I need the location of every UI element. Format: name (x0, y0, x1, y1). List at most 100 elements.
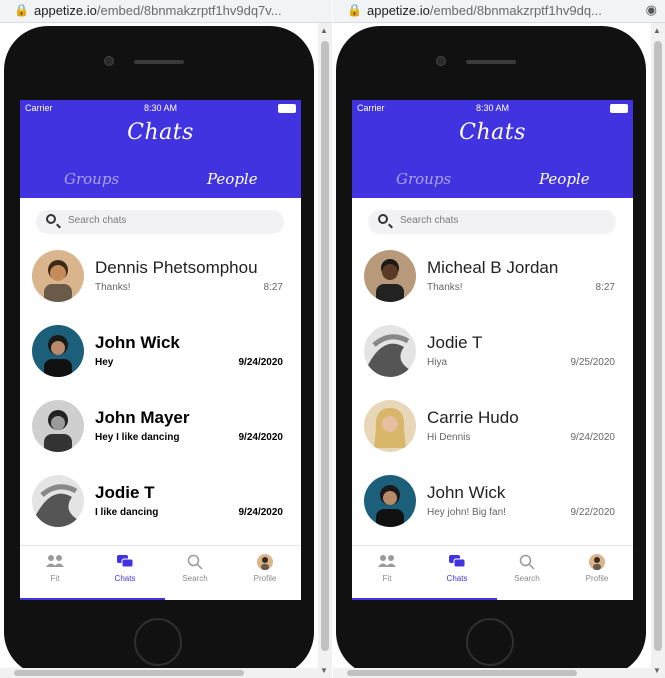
address-bar[interactable]: 🔒 appetize.io/embed/8bnmakzrptf1hv9dq7v.… (0, 0, 332, 23)
iphone-frame: Carrier 8:30 AM Chats Groups People Sear… (4, 26, 314, 676)
tab-search-label: Search (182, 574, 208, 583)
search-icon (378, 214, 388, 224)
bottom-tab-bar: Fit Chats Search Profile (20, 545, 301, 600)
scrollbar-thumb[interactable] (321, 41, 329, 651)
speaker-grille (134, 60, 184, 64)
chat-row-jodie[interactable]: Jodie T Hiya 9/25/2020 (352, 319, 633, 394)
tab-profile[interactable]: Profile (562, 554, 632, 583)
search-input[interactable]: Search chats (36, 210, 284, 234)
tab-fit[interactable]: Fit (352, 554, 422, 583)
avatar (32, 325, 84, 377)
avatar (364, 475, 416, 527)
tab-people[interactable]: People (207, 170, 258, 188)
tab-fit-label: Fit (382, 574, 392, 583)
avatar (364, 325, 416, 377)
chat-preview: Hey john! Big fan! (427, 507, 506, 518)
chats-header: Carrier 8:30 AM Chats Groups People (352, 100, 633, 198)
tab-profile-label: Profile (253, 574, 277, 583)
tab-chats-label: Chats (114, 574, 136, 583)
tab-search[interactable]: Search (492, 554, 562, 583)
people-icon (20, 554, 90, 570)
chat-preview: Hi Dennis (427, 432, 471, 443)
search-input[interactable]: Search chats (368, 210, 616, 234)
tab-groups[interactable]: Groups (64, 170, 119, 188)
url-text[interactable]: appetize.io/embed/8bnmakzrptf1hv9dq7v... (34, 3, 294, 18)
scrollbar-thumb[interactable] (654, 41, 662, 651)
browser-window-right: 🔒 appetize.io/embed/8bnmakzrptf1hv9dq...… (333, 0, 665, 678)
chat-name: Dennis Phetsomphou (95, 258, 258, 277)
home-button[interactable] (466, 618, 514, 666)
tab-search[interactable]: Search (160, 554, 230, 583)
scroll-up-icon[interactable]: ▲ (320, 26, 328, 35)
chat-row-micheal[interactable]: Micheal B Jordan Thanks! 8:27 (352, 244, 633, 319)
chat-preview: Hey I like dancing (95, 432, 180, 443)
vertical-scrollbar[interactable]: ▲ ▼ (651, 23, 665, 678)
url-text[interactable]: appetize.io/embed/8bnmakzrptf1hv9dq... (367, 3, 627, 18)
scrollbar-thumb[interactable] (14, 670, 244, 676)
tab-indicator (20, 598, 165, 600)
vertical-scrollbar[interactable]: ▲ ▼ (318, 23, 332, 678)
tab-profile[interactable]: Profile (230, 554, 300, 583)
search-placeholder: Search chats (68, 215, 127, 226)
chat-name: John Wick (95, 333, 180, 352)
tab-fit[interactable]: Fit (20, 554, 90, 583)
tab-chats-label: Chats (446, 574, 468, 583)
chats-header: Carrier 8:30 AM Chats Groups People (20, 100, 301, 198)
chat-row-john-wick[interactable]: John Wick Hey 9/24/2020 (20, 319, 301, 394)
chat-tabs: Groups People (20, 170, 301, 190)
avatar (230, 554, 300, 570)
chat-bubbles-icon (90, 554, 160, 570)
chat-date: 8:27 (263, 282, 283, 293)
search-icon (492, 554, 562, 570)
horizontal-scrollbar[interactable] (0, 668, 318, 678)
people-icon (352, 554, 422, 570)
tab-fit-label: Fit (50, 574, 60, 583)
tab-indicator (352, 598, 497, 600)
chat-name: Carrie Hudo (427, 408, 519, 427)
chat-preview: I like dancing (95, 507, 159, 518)
search-icon (160, 554, 230, 570)
address-bar[interactable]: 🔒 appetize.io/embed/8bnmakzrptf1hv9dq...… (333, 0, 665, 23)
browser-viewport: Carrier 8:30 AM Chats Groups People Sear… (0, 23, 332, 678)
status-time: 8:30 AM (143, 103, 178, 113)
chat-row-dennis[interactable]: Dennis Phetsomphou Thanks! 8:27 (20, 244, 301, 319)
tab-search-label: Search (514, 574, 540, 583)
chat-date: 8:27 (595, 282, 615, 293)
avatar (32, 475, 84, 527)
scroll-down-icon[interactable]: ▼ (653, 666, 661, 675)
chat-date: 9/24/2020 (570, 432, 616, 443)
tab-groups[interactable]: Groups (396, 170, 451, 188)
eye-off-icon[interactable]: ◉ (646, 2, 657, 18)
scroll-up-icon[interactable]: ▲ (653, 26, 661, 35)
status-bar: Carrier 8:30 AM (357, 103, 628, 115)
chat-row-carrie[interactable]: Carrie Hudo Hi Dennis 9/24/2020 (352, 394, 633, 469)
chat-row-john-wick[interactable]: John Wick Hey john! Big fan! 9/22/2020 (352, 469, 633, 544)
lock-icon: 🔒 (347, 3, 362, 17)
page-title: Chats (127, 120, 194, 145)
chat-tabs: Groups People (352, 170, 633, 190)
app-screen: Carrier 8:30 AM Chats Groups People Sear… (352, 100, 633, 600)
status-bar: Carrier 8:30 AM (25, 103, 296, 115)
speaker-grille (466, 60, 516, 64)
tab-people[interactable]: People (539, 170, 590, 188)
tab-chats[interactable]: Chats (422, 554, 492, 583)
chat-preview: Thanks! (427, 282, 463, 293)
tab-profile-label: Profile (585, 574, 609, 583)
scroll-down-icon[interactable]: ▼ (320, 666, 328, 675)
avatar (32, 250, 84, 302)
avatar (364, 250, 416, 302)
chat-row-john-mayer[interactable]: John Mayer Hey I like dancing 9/24/2020 (20, 394, 301, 469)
avatar (364, 400, 416, 452)
home-button[interactable] (134, 618, 182, 666)
chat-date: 9/22/2020 (570, 507, 616, 518)
chat-date: 9/24/2020 (238, 507, 284, 518)
chat-date: 9/24/2020 (238, 432, 284, 443)
horizontal-scrollbar[interactable] (333, 668, 651, 678)
scrollbar-thumb[interactable] (347, 670, 577, 676)
chat-name: John Wick (427, 483, 506, 502)
iphone-frame: Carrier 8:30 AM Chats Groups People Sear… (336, 26, 646, 676)
chat-row-jodie[interactable]: Jodie T I like dancing 9/24/2020 (20, 469, 301, 544)
search-placeholder: Search chats (400, 215, 459, 226)
tab-chats[interactable]: Chats (90, 554, 160, 583)
browser-window-left: 🔒 appetize.io/embed/8bnmakzrptf1hv9dq7v.… (0, 0, 332, 678)
